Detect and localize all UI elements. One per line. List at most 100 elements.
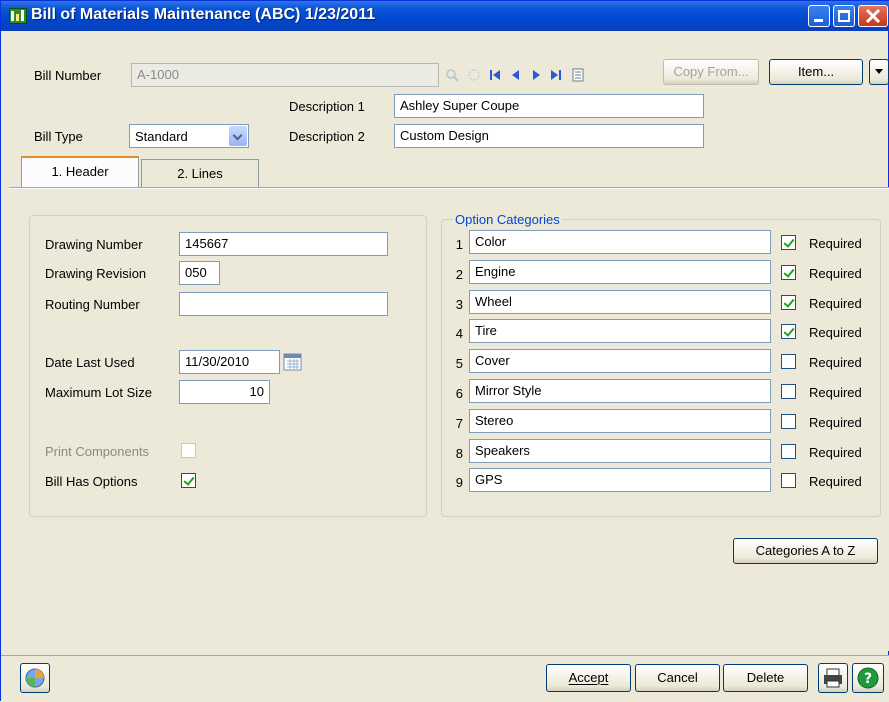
required-checkbox[interactable]: [781, 295, 796, 310]
max-lot-size-field[interactable]: 10: [179, 380, 270, 404]
help-icon: ?: [857, 667, 879, 689]
option-category-number: 8: [455, 446, 463, 461]
first-record-icon[interactable]: [488, 68, 502, 82]
bill-type-value: Standard: [135, 129, 188, 144]
required-checkbox[interactable]: [781, 324, 796, 339]
required-checkbox[interactable]: [781, 354, 796, 369]
last-record-icon[interactable]: [549, 68, 563, 82]
date-last-used-label: Date Last Used: [45, 355, 135, 370]
bill-has-options-label: Bill Has Options: [45, 474, 138, 489]
option-categories-title: Option Categories: [453, 212, 562, 227]
required-checkbox[interactable]: [781, 265, 796, 280]
tab-lines[interactable]: 2. Lines: [141, 159, 259, 189]
item-label: Item...: [797, 64, 835, 79]
required-label: Required: [809, 385, 862, 400]
cancel-label: Cancel: [657, 670, 698, 685]
option-category-field[interactable]: Mirror Style: [469, 379, 771, 403]
search-icon[interactable]: [467, 68, 481, 82]
tab-divider: [9, 188, 889, 189]
option-category-number: 5: [455, 356, 463, 371]
description2-label: Description 2: [289, 129, 365, 144]
title-bar[interactable]: Bill of Materials Maintenance (ABC) 1/23…: [1, 1, 889, 31]
delete-label: Delete: [746, 670, 785, 685]
description1-field[interactable]: Ashley Super Coupe: [394, 94, 704, 118]
item-dropdown-button[interactable]: [869, 59, 889, 85]
routing-number-field[interactable]: [179, 292, 388, 316]
required-label: Required: [809, 445, 862, 460]
close-button[interactable]: [858, 5, 888, 27]
date-last-used-field[interactable]: 11/30/2010: [179, 350, 280, 374]
option-category-field[interactable]: Engine: [469, 260, 771, 284]
copy-from-label: Copy From...: [673, 64, 749, 79]
categories-a-to-z-label: Categories A to Z: [755, 543, 856, 558]
maximize-icon: [838, 10, 850, 22]
bill-type-select[interactable]: Standard: [129, 124, 249, 148]
option-category-number: 7: [455, 416, 463, 431]
customizer-icon: [25, 668, 45, 688]
option-category-field[interactable]: Color: [469, 230, 771, 254]
previous-record-icon[interactable]: [509, 68, 523, 82]
required-checkbox[interactable]: [781, 414, 796, 429]
item-button[interactable]: Item...: [769, 59, 863, 85]
drawing-revision-label: Drawing Revision: [45, 266, 147, 281]
printer-icon: [824, 668, 842, 688]
required-label: Required: [809, 325, 862, 340]
option-category-number: 2: [455, 267, 463, 282]
option-category-field[interactable]: Tire: [469, 319, 771, 343]
bom-maintenance-window: Bill of Materials Maintenance (ABC) 1/23…: [0, 0, 889, 702]
list-icon[interactable]: [571, 68, 585, 82]
option-category-field[interactable]: Stereo: [469, 409, 771, 433]
required-checkbox[interactable]: [781, 444, 796, 459]
option-category-number: 1: [455, 237, 463, 252]
minimize-button[interactable]: [808, 5, 830, 27]
required-label: Required: [809, 355, 862, 370]
print-components-checkbox[interactable]: [181, 443, 196, 458]
copy-from-button[interactable]: Copy From...: [663, 59, 759, 85]
bill-number-label: Bill Number: [34, 68, 102, 83]
required-label: Required: [809, 415, 862, 430]
bill-has-options-checkbox[interactable]: [181, 473, 196, 488]
bill-type-label: Bill Type: [34, 129, 83, 144]
option-category-field[interactable]: Speakers: [469, 439, 771, 463]
help-button[interactable]: ?: [852, 663, 884, 693]
lookup-icon[interactable]: [445, 68, 459, 82]
cancel-button[interactable]: Cancel: [635, 664, 720, 692]
close-icon: [865, 8, 881, 24]
accept-label: Accept: [568, 670, 609, 685]
customizer-button[interactable]: [20, 663, 50, 693]
required-checkbox[interactable]: [781, 473, 796, 488]
print-components-label: Print Components: [45, 444, 150, 459]
drawing-revision-field[interactable]: 050: [179, 261, 220, 285]
minimize-icon: [814, 19, 823, 22]
calendar-icon[interactable]: [283, 353, 302, 371]
option-category-field[interactable]: Cover: [469, 349, 771, 373]
svg-text:?: ?: [864, 671, 872, 687]
option-category-field[interactable]: Wheel: [469, 290, 771, 314]
delete-button[interactable]: Delete: [723, 664, 808, 692]
description2-field[interactable]: Custom Design: [394, 124, 704, 148]
required-label: Required: [809, 236, 862, 251]
tab-header-label: 1. Header: [51, 164, 109, 179]
option-category-number: 4: [455, 326, 463, 341]
maximize-button[interactable]: [833, 5, 855, 27]
next-record-icon[interactable]: [529, 68, 543, 82]
window-title: Bill of Materials Maintenance (ABC) 1/23…: [31, 6, 376, 23]
required-checkbox[interactable]: [781, 235, 796, 250]
print-button[interactable]: [818, 663, 848, 693]
required-checkbox[interactable]: [781, 384, 796, 399]
tab-header[interactable]: 1. Header: [21, 156, 139, 189]
tab-lines-label: 2. Lines: [177, 166, 223, 181]
categories-a-to-z-button[interactable]: Categories A to Z: [733, 538, 878, 564]
option-category-field[interactable]: GPS: [469, 468, 771, 492]
chevron-down-icon: [875, 69, 883, 74]
description1-label: Description 1: [289, 99, 365, 114]
option-category-number: 9: [455, 475, 463, 490]
required-label: Required: [809, 266, 862, 281]
max-lot-size-label: Maximum Lot Size: [45, 385, 152, 400]
option-category-number: 3: [455, 297, 463, 312]
bill-number-field[interactable]: A-1000: [131, 63, 439, 87]
accept-button[interactable]: Accept: [546, 664, 631, 692]
bom-app-icon: [9, 8, 27, 24]
drawing-number-field[interactable]: 145667: [179, 232, 388, 256]
required-label: Required: [809, 296, 862, 311]
